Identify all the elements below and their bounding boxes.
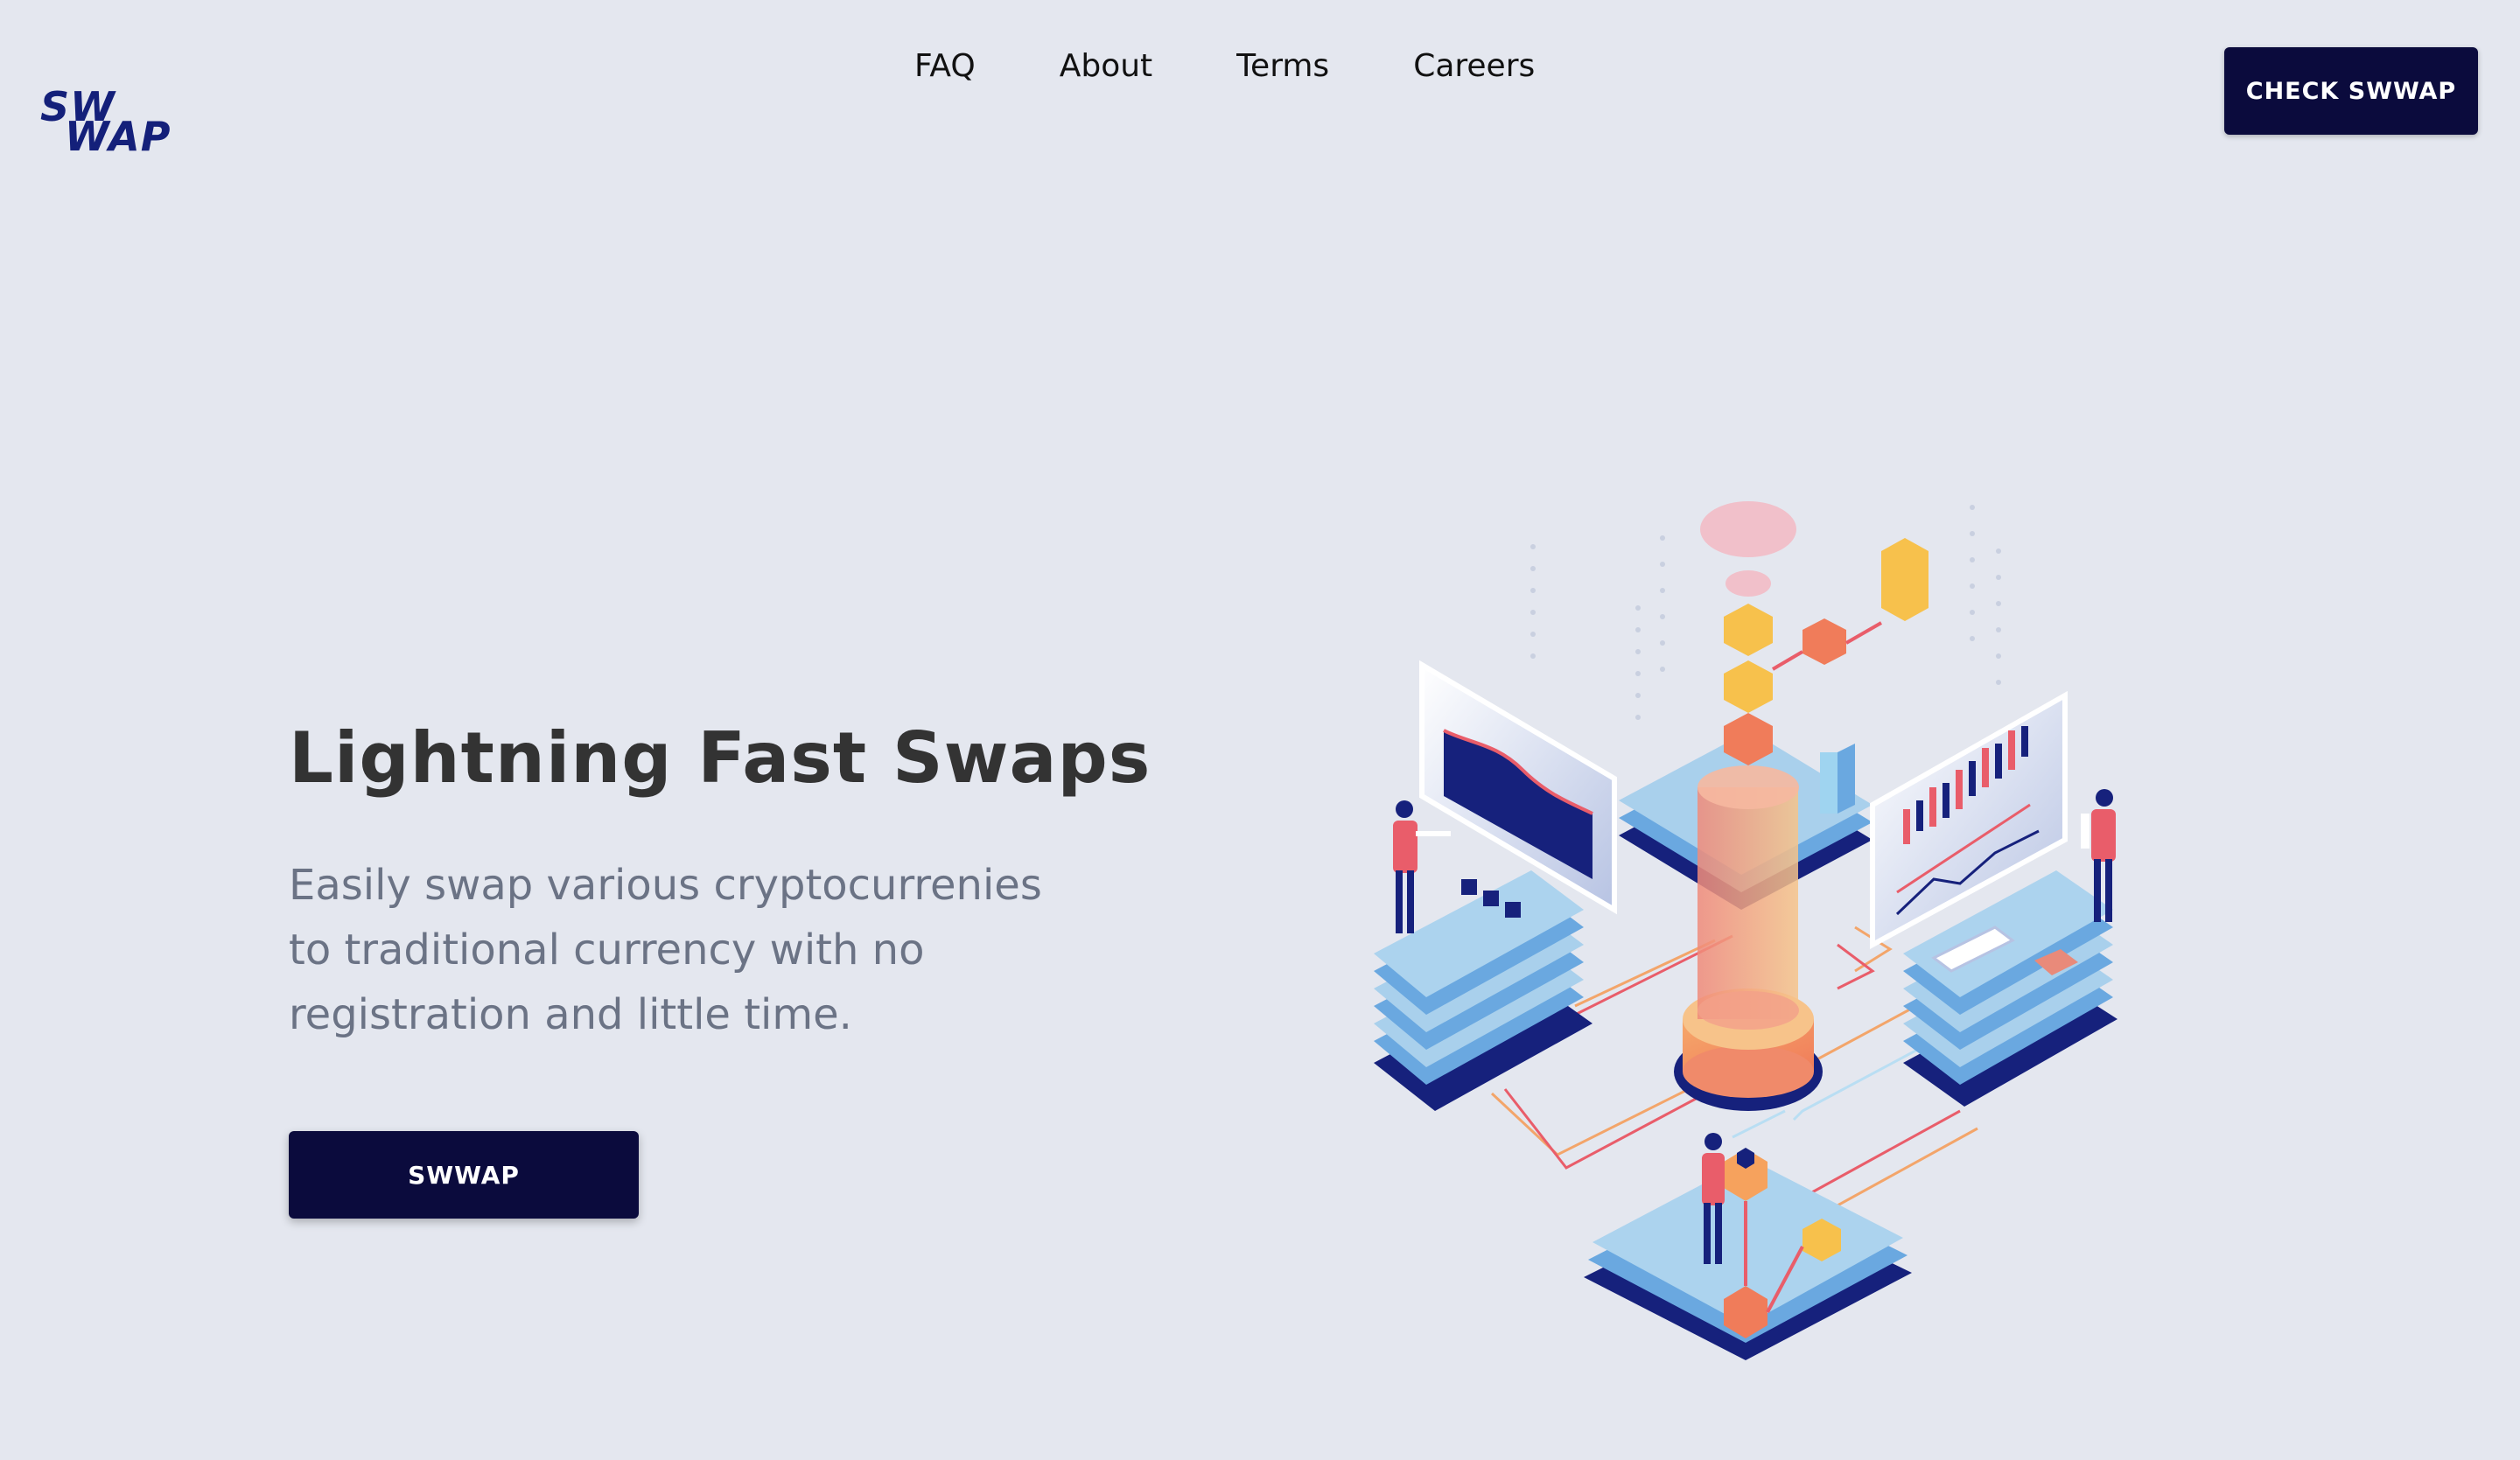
- hero-title: Lightning Fast Swaps: [289, 717, 1152, 799]
- nav-link-about[interactable]: About: [1060, 44, 1152, 89]
- nav-link-terms[interactable]: Terms: [1236, 44, 1329, 89]
- hero-subtitle: Easily swap various cryptocurrenies to t…: [289, 853, 1076, 1047]
- floating-cubes: [1700, 501, 1928, 765]
- crypto-exchange-illustration: [1374, 501, 2118, 1360]
- check-swwap-button[interactable]: CHECK SWWAP: [2224, 47, 2478, 135]
- left-platform: [1374, 870, 1592, 1111]
- hero-subtitle-line-1: Easily swap various cryptocurrenies: [289, 861, 1042, 910]
- swwap-logo[interactable]: SW WAP: [40, 87, 172, 161]
- swwap-button[interactable]: SWWAP: [289, 1131, 639, 1219]
- bottom-platform: [1584, 1148, 1912, 1360]
- logo-line-2: WAP: [65, 113, 172, 160]
- nav-link-faq[interactable]: FAQ: [914, 44, 976, 89]
- hero-subtitle-line-3: registration and little time.: [289, 990, 852, 1039]
- main-nav: FAQ About Terms Careers: [914, 44, 1535, 89]
- person-left: [1393, 800, 1451, 933]
- hero-subtitle-line-2: to traditional currency with no: [289, 926, 925, 974]
- landing-page: SW WAP FAQ About Terms Careers CHECK SWW…: [0, 0, 2520, 1460]
- left-chart-screen: [1419, 660, 1617, 915]
- nav-link-careers[interactable]: Careers: [1413, 44, 1535, 89]
